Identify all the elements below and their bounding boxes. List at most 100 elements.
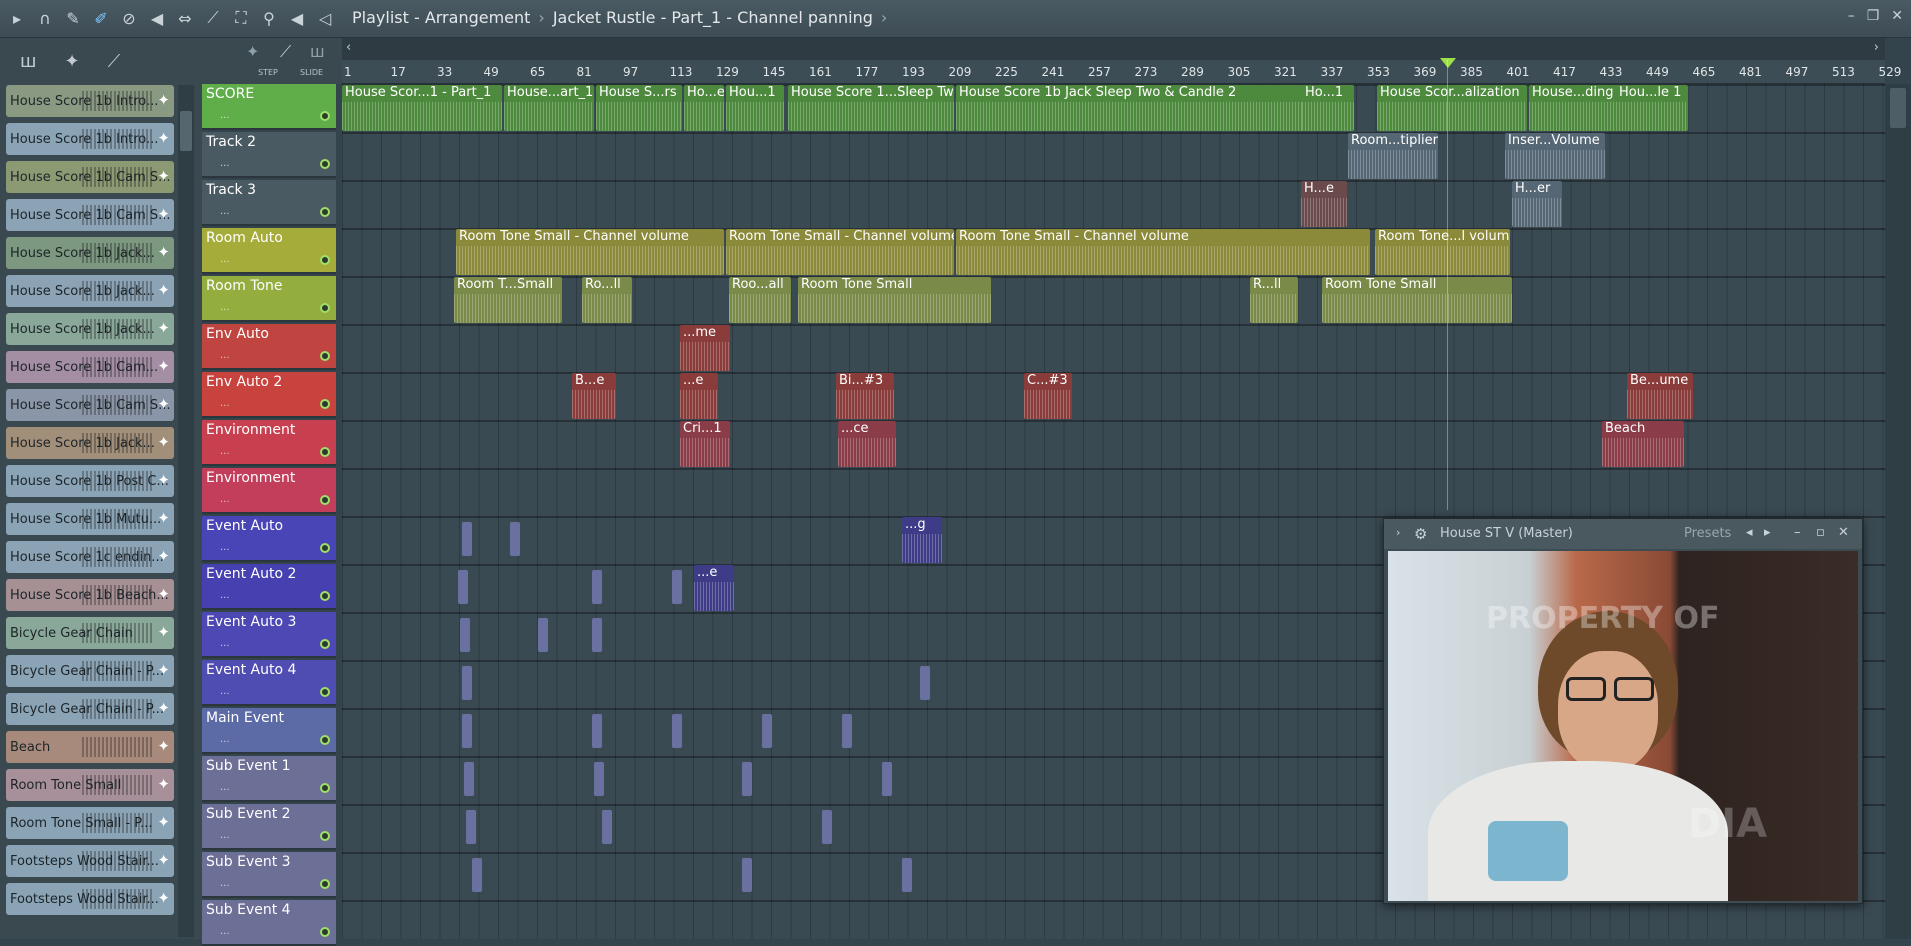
track-header[interactable]: Track 2... (202, 132, 336, 178)
event-blip[interactable] (594, 762, 604, 796)
picker-item[interactable]: House Score 1b Cam S... ✦ (6, 389, 174, 421)
overview-strip[interactable]: ‹ › (342, 38, 1885, 60)
event-blip[interactable] (464, 762, 474, 796)
track-enable-led[interactable] (320, 591, 330, 601)
audio-icon[interactable]: ✦ (64, 51, 79, 72)
playlist-clip[interactable]: ...ce (838, 421, 896, 467)
slip-icon[interactable]: ⇔ (174, 6, 196, 30)
step-label[interactable]: STEP (258, 68, 278, 77)
select-icon[interactable]: ⛶ (230, 6, 252, 30)
magnet-icon[interactable]: ∩ (34, 6, 56, 30)
playlist-clip[interactable]: Room Tone...l volume (1375, 229, 1510, 275)
track-enable-led[interactable] (320, 543, 330, 553)
event-blip[interactable] (882, 762, 892, 796)
track-header[interactable]: Track 3... (202, 180, 336, 226)
scroll-right-icon[interactable]: › (1874, 40, 1879, 55)
picker-item[interactable]: House Score 1b Jack... ✦ (6, 237, 174, 269)
playlist-clip[interactable]: Hou...le 1 (1616, 85, 1688, 131)
picker-item[interactable]: House Score 1b Intro... ✦ (6, 123, 174, 155)
playlist-clip[interactable]: House S...rs 1 (596, 85, 682, 131)
automation-icon[interactable]: ⟋ (108, 51, 121, 72)
track-enable-led[interactable] (320, 639, 330, 649)
track-enable-led[interactable] (320, 687, 330, 697)
playlist-clip[interactable]: House Scor...alization (1377, 85, 1527, 131)
playlist-clip[interactable]: Room Tone Small (1322, 277, 1512, 323)
track-enable-led[interactable] (320, 927, 330, 937)
event-blip[interactable] (672, 570, 682, 604)
minimize-icon[interactable]: – (1848, 8, 1855, 24)
playlist-clip[interactable]: Beach (1602, 421, 1684, 467)
track-header[interactable]: Event Auto 2... (202, 564, 336, 610)
pencil-icon[interactable]: ✎ (62, 6, 84, 30)
track-enable-led[interactable] (320, 303, 330, 313)
event-blip[interactable] (466, 810, 476, 844)
line-tool-icon[interactable]: ⟋ (280, 42, 291, 62)
event-blip[interactable] (902, 858, 912, 892)
picker-item[interactable]: Bicycle Gear Chain - P... ✦ (6, 693, 174, 725)
delete-icon[interactable]: ⊘ (118, 6, 140, 30)
picker-item[interactable]: House Score 1b Intro... ✦ (6, 85, 174, 117)
track-enable-led[interactable] (320, 255, 330, 265)
picker-item[interactable]: Beach ✦ (6, 731, 174, 763)
event-blip[interactable] (742, 858, 752, 892)
event-blip[interactable] (462, 714, 472, 748)
event-blip[interactable] (592, 714, 602, 748)
track-header[interactable]: Room Tone... (202, 276, 336, 322)
playlist-clip[interactable]: House Score 1b Jack Sleep Two & Candle 2 (956, 85, 1316, 131)
playlist-clip[interactable]: ...e (680, 373, 718, 419)
event-blip[interactable] (742, 762, 752, 796)
picker-item[interactable]: Bicycle Gear Chain ✦ (6, 617, 174, 649)
picker-item[interactable]: House Score 1b Beach... ✦ (6, 579, 174, 611)
track-enable-led[interactable] (320, 735, 330, 745)
playlist-clip[interactable]: ...e (694, 565, 734, 611)
track-header[interactable]: Sub Event 1... (202, 756, 336, 802)
track-enable-led[interactable] (320, 879, 330, 889)
track-enable-led[interactable] (320, 447, 330, 457)
playlist-clip[interactable]: Hou...1 (726, 85, 784, 131)
picker-item[interactable]: House Score 1b Jack... ✦ (6, 275, 174, 307)
picker-item[interactable]: House Score 1c endin... ✦ (6, 541, 174, 573)
playlist-clip[interactable]: Room Tone Small (798, 277, 991, 323)
track-enable-led[interactable] (320, 783, 330, 793)
brush-icon[interactable]: ✐ (90, 6, 112, 30)
presets-button[interactable]: Presets (1684, 526, 1731, 541)
event-blip[interactable] (842, 714, 852, 748)
playlist-clip[interactable]: Room Tone Small - Channel volume (956, 229, 1370, 275)
plugin-close-icon[interactable]: ✕ (1838, 525, 1849, 540)
track-enable-led[interactable] (320, 399, 330, 409)
playlist-clip[interactable]: ...g (902, 517, 942, 563)
track-header[interactable]: Room Auto... (202, 228, 336, 274)
event-blip[interactable] (458, 570, 468, 604)
event-blip[interactable] (822, 810, 832, 844)
picker-item[interactable]: Footsteps Wood Stair... ✦ (6, 845, 174, 877)
zoom-icon[interactable]: ⚲ (258, 6, 280, 30)
scroll-thumb[interactable] (180, 111, 192, 151)
prev-preset-icon[interactable]: ◂ (1746, 525, 1753, 540)
time-ruler[interactable]: 1 17 33 49 65 81 97 113 129 145 161 177 193 209 225 241… (342, 60, 1901, 84)
picker-scrollbar[interactable] (178, 85, 194, 937)
playlist-clip[interactable]: R...ll (1250, 277, 1298, 323)
track-header[interactable]: Env Auto 2... (202, 372, 336, 418)
picker-item[interactable]: House Score 1b Jack... ✦ (6, 427, 174, 459)
playlist-clip[interactable]: Cri...1 (680, 421, 730, 467)
picker-item[interactable]: House Score 1b Cam S... ✦ (6, 199, 174, 231)
event-blip[interactable] (462, 666, 472, 700)
close-icon[interactable]: ✕ (1891, 8, 1903, 24)
picker-item[interactable]: Footsteps Wood Stair... ✦ (6, 883, 174, 915)
play-arrow-icon[interactable]: ▸ (6, 6, 28, 30)
playlist-clip[interactable]: C...#3 (1024, 373, 1072, 419)
expand-arrow-icon[interactable]: › (1396, 526, 1400, 539)
playlist-clip[interactable]: Room Tone Small - Channel volume (726, 229, 954, 275)
playlist-clip[interactable]: Bi...#3 (836, 373, 894, 419)
slide-label[interactable]: SLIDE (300, 68, 323, 77)
track-header[interactable]: Env Auto... (202, 324, 336, 370)
event-blip[interactable] (920, 666, 930, 700)
playlist-clip[interactable]: H...er (1512, 181, 1562, 227)
restore-icon[interactable]: ❐ (1867, 8, 1880, 24)
slice-icon[interactable]: ⟋ (202, 6, 224, 30)
playlist-clip[interactable]: Be...ume (1627, 373, 1693, 419)
playlist-clip[interactable]: ...me (680, 325, 730, 371)
track-header[interactable]: Sub Event 2... (202, 804, 336, 850)
event-blip[interactable] (538, 618, 548, 652)
gear-icon[interactable]: ⚙ (1414, 525, 1427, 543)
